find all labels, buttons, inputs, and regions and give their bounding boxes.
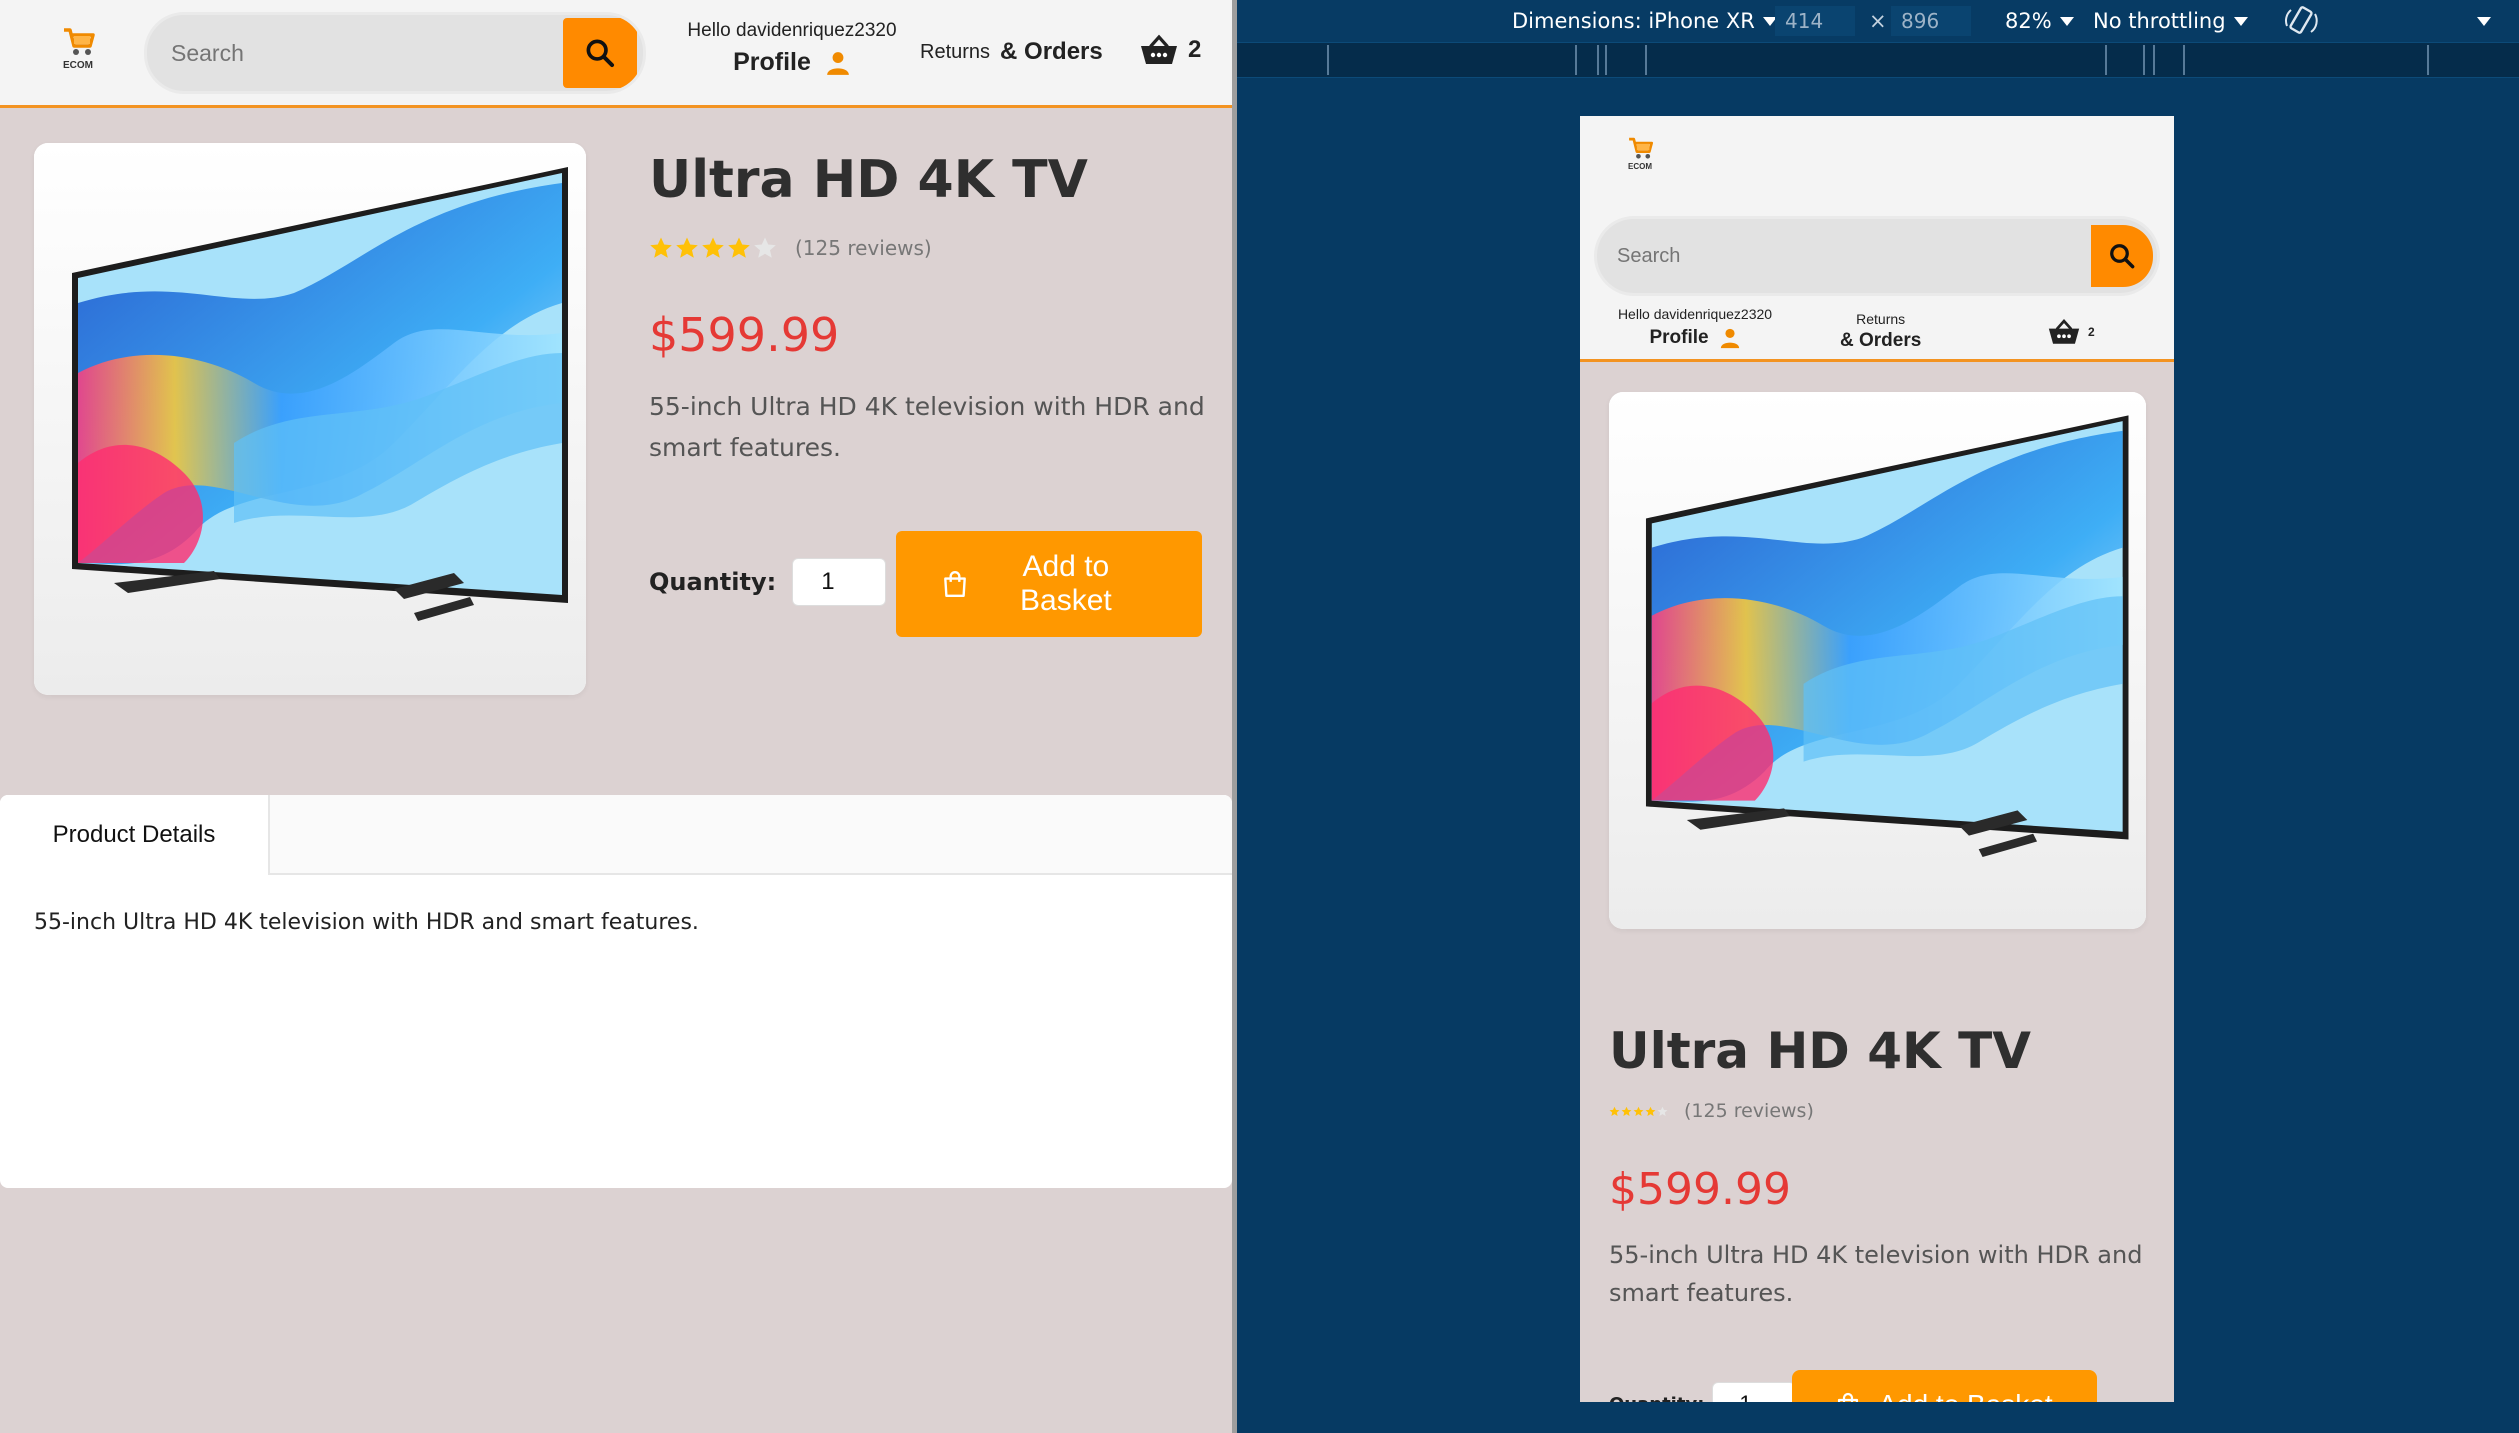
rotate-device-icon[interactable]: [2283, 4, 2319, 38]
star-icon: [676, 237, 698, 258]
desktop-viewport: ECOM Hello davidenriquez2320 Profile: [0, 0, 1232, 1433]
search-input[interactable]: [147, 15, 563, 91]
returns-label: Returns: [920, 40, 991, 63]
tab-bar: Product Details: [0, 795, 1232, 875]
mobile-product-price: $599.99: [1609, 1164, 1791, 1215]
star-icon: [1621, 1106, 1632, 1116]
site-header: ECOM Hello davidenriquez2320 Profile: [0, 0, 1232, 108]
product-tabs: Product Details 55-inch Ultra HD 4K tele…: [0, 795, 1232, 1188]
tv-product-image[interactable]: [1609, 392, 2146, 929]
basket-icon: [1141, 34, 1177, 64]
user-icon: [827, 51, 849, 75]
dimensions-label: Dimensions: iPhone XR: [1512, 9, 1755, 33]
orders-label: & Orders: [1000, 38, 1103, 65]
mobile-orders-label: & Orders: [1840, 330, 1922, 351]
mobile-product-title: Ultra HD 4K TV: [1609, 1022, 2031, 1080]
mobile-basket-link[interactable]: 2: [2048, 318, 2095, 346]
mobile-returns-label: Returns: [1856, 311, 1906, 327]
quantity-label: Quantity:: [649, 568, 777, 596]
star-empty-icon: [754, 237, 776, 258]
add-to-basket-label: Add to Basket: [1020, 550, 1112, 617]
chevron-down-icon: [2233, 16, 2248, 26]
product-rating: (125 reviews): [649, 236, 932, 260]
basket-count: 2: [1188, 36, 1202, 63]
mobile-product-description: 55-inch Ultra HD 4K television with HDR …: [1609, 1241, 2143, 1307]
mobile-profile-label: Profile: [1649, 327, 1709, 348]
tab-content-text: 55-inch Ultra HD 4K television with HDR …: [34, 910, 699, 935]
zoom-label: 82%: [2005, 9, 2052, 33]
star-rating: [1609, 1106, 1668, 1117]
star-icon: [702, 237, 724, 258]
mobile-quantity-control: Quantity:: [1609, 1382, 1797, 1403]
product-description: 55-inch Ultra HD 4K television with HDR …: [649, 392, 1205, 462]
mobile-quantity-label: Quantity:: [1609, 1394, 1704, 1403]
site-logo[interactable]: ECOM: [60, 26, 96, 71]
device-width-input[interactable]: 414: [1775, 6, 1855, 36]
mobile-basket-count: 2: [2088, 325, 2095, 339]
star-icon: [1609, 1106, 1620, 1116]
shopping-bag-icon: [944, 570, 966, 598]
mobile-product-rating: (125 reviews): [1609, 1100, 1814, 1122]
star-icon: [728, 237, 750, 258]
mobile-logo-text: ECOM: [1628, 162, 1652, 171]
times-separator: ×: [1869, 9, 1887, 33]
user-icon: [1720, 328, 1739, 349]
more-options-icon[interactable]: [2477, 17, 2491, 26]
star-rating: [649, 236, 777, 260]
mobile-quantity-input[interactable]: [1712, 1382, 1797, 1402]
add-to-basket-button[interactable]: Add to Basket: [896, 531, 1202, 637]
device-toolbar: Dimensions: iPhone XR 414 × 896 82% No t…: [1237, 0, 2519, 42]
mobile-site-logo[interactable]: ECOM: [1626, 136, 1654, 171]
review-count: (125 reviews): [795, 236, 932, 260]
media-query-ruler: [1237, 42, 2519, 78]
mobile-account-menu[interactable]: Hello davidenriquez2320 Profile: [1600, 306, 1790, 349]
account-menu[interactable]: Hello davidenriquez2320 Profile: [672, 20, 912, 77]
basket-icon: [2048, 319, 2080, 344]
basket-link[interactable]: 2: [1140, 34, 1201, 66]
mobile-search-button[interactable]: [2091, 225, 2153, 287]
search-button[interactable]: [563, 18, 637, 88]
device-dimensions-dropdown[interactable]: Dimensions: iPhone XR: [1512, 9, 1777, 33]
throttling-dropdown[interactable]: No throttling: [2093, 9, 2248, 33]
quantity-input[interactable]: [792, 558, 887, 606]
shopping-bag-icon: [1838, 1392, 1859, 1402]
search-bar: [144, 12, 646, 94]
returns-orders-link[interactable]: Returns & Orders: [920, 38, 1103, 66]
chevron-down-icon: [2059, 16, 2074, 26]
mobile-site-header: ECOM Hello davidenriquez2320 Profile: [1580, 116, 2174, 362]
tv-product-image[interactable]: [34, 143, 586, 695]
mobile-product-image-card: [1609, 392, 2146, 929]
star-icon: [650, 237, 672, 258]
star-empty-icon: [1657, 1106, 1668, 1116]
mobile-viewport: ECOM Hello davidenriquez2320 Profile: [1580, 116, 2174, 1402]
zoom-dropdown[interactable]: 82%: [2005, 9, 2074, 33]
device-height-input[interactable]: 896: [1891, 6, 1971, 36]
mobile-add-to-basket-label: Add to Basket: [1878, 1389, 2052, 1402]
throttling-label: No throttling: [2093, 9, 2226, 33]
product-price: $599.99: [649, 308, 840, 362]
profile-label: Profile: [733, 48, 811, 76]
greeting-text: Hello davidenriquez2320: [687, 20, 897, 41]
mobile-search-input[interactable]: [1597, 219, 2091, 293]
cart-logo-icon: [1629, 137, 1654, 159]
mobile-greeting-text: Hello davidenriquez2320: [1617, 306, 1773, 322]
cart-logo-icon: [64, 28, 95, 55]
logo-text: ECOM: [63, 60, 93, 71]
tab-product-details[interactable]: Product Details: [0, 795, 270, 875]
product-image-card: [34, 143, 586, 695]
mobile-add-to-basket-button[interactable]: Add to Basket: [1792, 1370, 2097, 1402]
star-icon: [1633, 1106, 1644, 1116]
mobile-search-bar: [1594, 216, 2160, 296]
search-icon: [586, 39, 615, 68]
star-icon: [1645, 1106, 1656, 1116]
quantity-control: Quantity:: [649, 558, 887, 606]
search-icon: [2110, 244, 2135, 269]
mobile-review-count: (125 reviews): [1684, 1100, 1814, 1122]
mobile-returns-orders-link[interactable]: Returns & Orders: [1840, 311, 1921, 352]
product-title: Ultra HD 4K TV: [649, 150, 1088, 210]
